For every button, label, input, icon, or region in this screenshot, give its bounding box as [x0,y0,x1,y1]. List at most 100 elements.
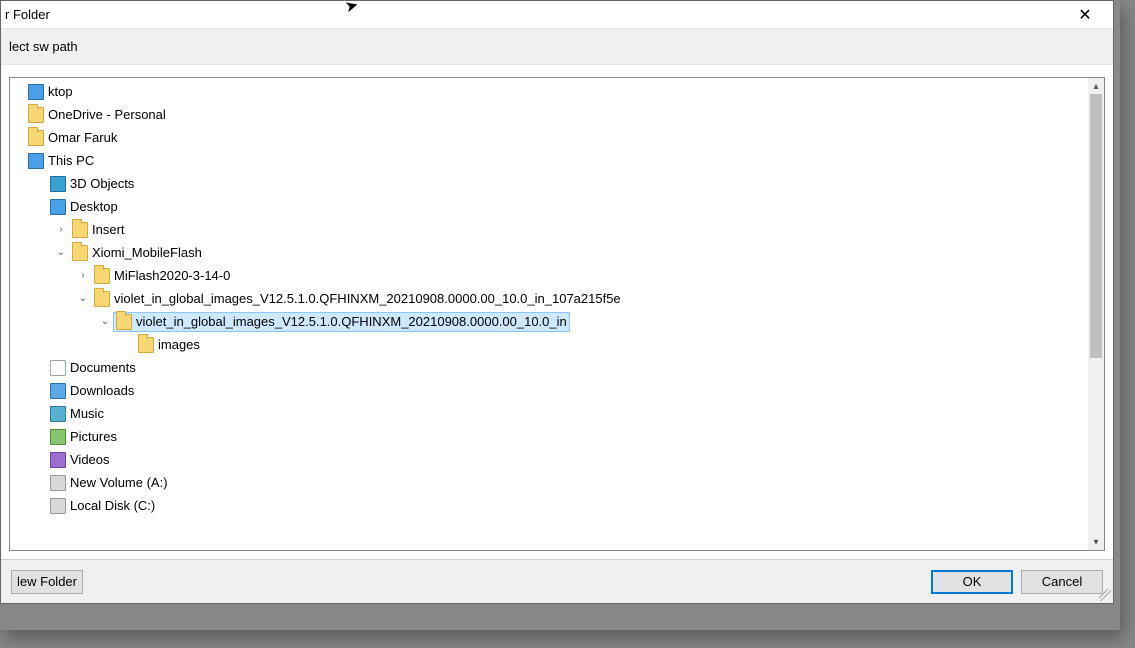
tree-item-hit[interactable]: Documents [48,359,138,377]
tree-item-hit[interactable]: MiFlash2020-3-14-0 [92,267,232,285]
tree-item-hit[interactable]: violet_in_global_images_V12.5.1.0.QFHINX… [114,313,569,331]
expander-icon[interactable]: › [76,269,90,283]
dialog-footer: lew Folder OK Cancel [1,559,1113,603]
expander-icon[interactable]: › [54,223,68,237]
folder-icon [28,130,44,146]
drive-icon [50,475,66,491]
tree-item-hit[interactable]: Xiomi_MobileFlash [70,244,204,262]
scroll-track[interactable] [1088,94,1104,534]
tree-xiomi[interactable]: ⌄ Xiomi_MobileFlash [10,241,1088,264]
tree-desktop-root[interactable]: ktop [10,80,1088,103]
expander-icon[interactable]: ⌄ [98,315,112,329]
tree-item-hit[interactable]: Local Disk (C:) [48,497,157,515]
tree-item-label: This PC [48,153,94,168]
tree-item-hit[interactable]: OneDrive - Personal [26,106,168,124]
folder-icon [116,314,132,330]
docs-icon [50,360,66,376]
tree-item-hit[interactable]: Desktop [48,198,120,216]
downloads-icon [50,383,66,399]
tree-item-hit[interactable]: images [136,336,202,354]
tree-item-label: Pictures [70,429,117,444]
folder-tree-frame: ktop OneDrive - Personal Omar Faruk This PC… [9,77,1105,551]
cancel-button[interactable]: Cancel [1021,570,1103,594]
scroll-thumb[interactable] [1090,94,1102,358]
tree-vol-a[interactable]: New Volume (A:) [10,471,1088,494]
tree-item-hit[interactable]: This PC [26,152,96,170]
tree-item-label: Videos [70,452,110,467]
tree-item-hit[interactable]: Omar Faruk [26,129,119,147]
tree-item-hit[interactable]: Downloads [48,382,136,400]
tree-item-hit[interactable]: Insert [70,221,127,239]
tree-3d-objects[interactable]: 3D Objects [10,172,1088,195]
folder-icon [94,268,110,284]
monitor-icon [28,153,44,169]
folder-icon [28,107,44,123]
tree-item-label: ktop [48,84,73,99]
tree-item-label: Omar Faruk [48,130,117,145]
folder-icon [94,291,110,307]
tree-item-hit[interactable]: violet_in_global_images_V12.5.1.0.QFHINX… [92,290,623,308]
resize-grip-icon[interactable] [1099,589,1111,601]
tree-videos[interactable]: Videos [10,448,1088,471]
tree-item-hit[interactable]: New Volume (A:) [48,474,170,492]
browse-folder-dialog: r Folder ✕ lect sw path ktop OneDrive - P… [0,0,1114,604]
tree-item-label: Xiomi_MobileFlash [92,245,202,260]
tree-item-label: violet_in_global_images_V12.5.1.0.QFHINX… [114,291,621,306]
tree-item-label: images [158,337,200,352]
videos-icon [50,452,66,468]
tree-item-hit[interactable]: Videos [48,451,112,469]
tree-violet-inner[interactable]: ⌄ violet_in_global_images_V12.5.1.0.QFHIN… [10,310,1088,333]
tree-documents[interactable]: Documents [10,356,1088,379]
music-icon [50,406,66,422]
tree-item-label: Insert [92,222,125,237]
tree-miflash[interactable]: › MiFlash2020-3-14-0 [10,264,1088,287]
dialog-content: ktop OneDrive - Personal Omar Faruk This PC… [1,65,1113,559]
objects3d-icon [50,176,66,192]
tree-item-label: Music [70,406,104,421]
folder-icon [72,245,88,261]
tree-downloads[interactable]: Downloads [10,379,1088,402]
tree-item-hit[interactable]: Pictures [48,428,119,446]
ok-button[interactable]: OK [931,570,1013,594]
dialog-title: r Folder [5,7,1065,22]
tree-onedrive[interactable]: OneDrive - Personal [10,103,1088,126]
tree-item-hit[interactable]: ktop [26,83,75,101]
tree-item-label: 3D Objects [70,176,134,191]
tree-item-label: Local Disk (C:) [70,498,155,513]
folder-icon [138,337,154,353]
tree-desktop[interactable]: Desktop [10,195,1088,218]
vertical-scrollbar[interactable]: ▴ ▾ [1088,78,1104,550]
monitor-icon [50,199,66,215]
close-button[interactable]: ✕ [1065,2,1105,28]
tree-this-pc[interactable]: This PC [10,149,1088,172]
folder-tree[interactable]: ktop OneDrive - Personal Omar Faruk This PC… [10,78,1088,550]
expander-icon[interactable]: ⌄ [54,246,68,260]
new-folder-button[interactable]: lew Folder [11,570,83,594]
pictures-icon [50,429,66,445]
tree-item-label: MiFlash2020-3-14-0 [114,268,230,283]
drive-icon [50,498,66,514]
scroll-up-icon[interactable]: ▴ [1088,78,1104,94]
expander-icon[interactable]: ⌄ [76,292,90,306]
tree-item-label: violet_in_global_images_V12.5.1.0.QFHINX… [136,314,567,329]
tree-item-hit[interactable]: Music [48,405,106,423]
tree-insert[interactable]: › Insert [10,218,1088,241]
tree-music[interactable]: Music [10,402,1088,425]
tree-item-label: New Volume (A:) [70,475,168,490]
tree-pictures[interactable]: Pictures [10,425,1088,448]
tree-user[interactable]: Omar Faruk [10,126,1088,149]
tree-item-label: OneDrive - Personal [48,107,166,122]
tree-vol-c[interactable]: Local Disk (C:) [10,494,1088,517]
titlebar: r Folder ✕ [1,1,1113,29]
monitor-icon [28,84,44,100]
tree-item-hit[interactable]: 3D Objects [48,175,136,193]
scroll-down-icon[interactable]: ▾ [1088,534,1104,550]
tree-item-label: Downloads [70,383,134,398]
tree-violet-outer[interactable]: ⌄ violet_in_global_images_V12.5.1.0.QFHIN… [10,287,1088,310]
tree-images[interactable]: images [10,333,1088,356]
tree-item-label: Documents [70,360,136,375]
close-icon: ✕ [1078,5,1091,25]
dialog-subtitle: lect sw path [1,29,1113,65]
tree-item-label: Desktop [70,199,118,214]
folder-icon [72,222,88,238]
